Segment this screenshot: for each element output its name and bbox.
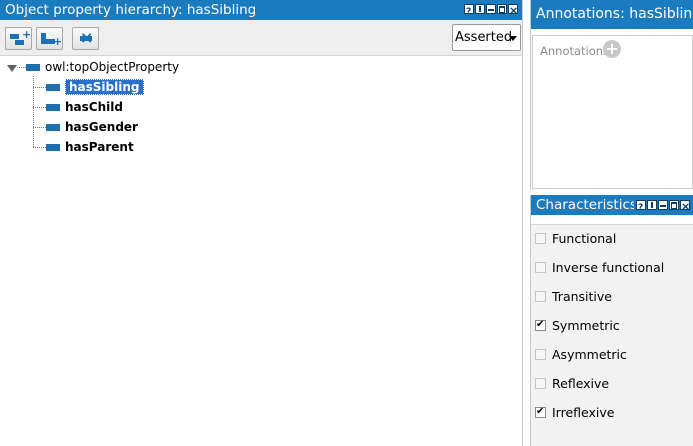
- characteristics-panel: Characteristics: Functional Inverse func…: [530, 195, 693, 446]
- checkbox[interactable]: [535, 291, 546, 302]
- characteristic-label: Inverse functional: [552, 260, 665, 275]
- annotations-title: Annotations: hasSibling: [536, 6, 693, 22]
- collapse-triangle-icon[interactable]: [7, 65, 17, 72]
- hierarchy-titlebar: Object property hierarchy: hasSibling: [0, 0, 522, 20]
- plus-icon: +: [605, 39, 619, 58]
- checkbox[interactable]: [535, 262, 546, 273]
- delete-property-button[interactable]: ×: [72, 27, 99, 50]
- hierarchy-title: Object property hierarchy: hasSibling: [5, 2, 257, 18]
- plus-icon: +: [53, 35, 63, 48]
- tree-item-hassibling[interactable]: hasSibling: [46, 78, 144, 96]
- maximize-icon[interactable]: [669, 200, 679, 210]
- sub-property-icon: [10, 34, 19, 39]
- characteristic-inverse-functional[interactable]: Inverse functional: [535, 260, 664, 276]
- minimize-icon[interactable]: [486, 4, 496, 14]
- hierarchy-window-controls: [464, 1, 518, 20]
- help-icon[interactable]: [464, 2, 474, 20]
- characteristic-asymmetric[interactable]: Asymmetric: [535, 347, 627, 363]
- checkbox-checked[interactable]: [535, 404, 546, 420]
- object-property-hierarchy-panel: Object property hierarchy: hasSibling + …: [0, 0, 523, 446]
- object-property-icon: [46, 84, 60, 91]
- characteristic-label: Symmetric: [552, 318, 620, 333]
- close-icon[interactable]: [680, 197, 690, 215]
- characteristic-label: Functional: [552, 231, 617, 246]
- object-property-icon: [46, 144, 60, 151]
- view-mode-select[interactable]: Asserted: [452, 24, 521, 51]
- tree-item-root[interactable]: owl:topObjectProperty: [26, 58, 179, 76]
- add-annotation-button[interactable]: +: [603, 40, 621, 58]
- characteristic-symmetric[interactable]: Symmetric: [535, 317, 620, 334]
- tree-item-label: hasChild: [65, 100, 123, 114]
- checkbox[interactable]: [535, 233, 546, 244]
- maximize-icon[interactable]: [497, 4, 507, 14]
- tree-item-label: hasGender: [65, 120, 138, 134]
- checkbox[interactable]: [535, 349, 546, 360]
- tree-item-hasgender[interactable]: hasGender: [46, 118, 138, 136]
- characteristic-label: Reflexive: [552, 376, 610, 391]
- checkbox[interactable]: [535, 378, 546, 389]
- tree-item-hasparent[interactable]: hasParent: [46, 138, 134, 156]
- checkbox-checked[interactable]: [535, 317, 546, 333]
- characteristic-label: Asymmetric: [552, 347, 627, 362]
- help-icon[interactable]: [636, 198, 646, 215]
- characteristics-titlebar: Characteristics:: [531, 195, 693, 215]
- split-icon[interactable]: [647, 200, 657, 210]
- characteristic-functional[interactable]: Functional: [535, 231, 616, 247]
- object-property-icon: [26, 64, 40, 71]
- add-sub-property-button[interactable]: +: [5, 27, 32, 50]
- characteristics-window-controls: [634, 197, 690, 215]
- close-icon[interactable]: [508, 1, 518, 20]
- characteristic-label: Transitive: [552, 289, 612, 304]
- characteristic-transitive[interactable]: Transitive: [535, 289, 612, 305]
- object-property-icon: [46, 124, 60, 131]
- tree-item-label: hasSibling: [65, 79, 144, 95]
- cross-icon: ×: [80, 28, 94, 47]
- annotations-panel: Annotations: hasSibling Annotations +: [530, 0, 693, 190]
- view-mode-value: Asserted: [455, 30, 513, 45]
- characteristic-label: Irreflexive: [552, 405, 615, 420]
- property-tree: owl:topObjectProperty hasSibling hasChil…: [0, 57, 522, 446]
- split-icon[interactable]: [475, 4, 485, 14]
- tree-item-haschild[interactable]: hasChild: [46, 98, 123, 116]
- hierarchy-toolbar: + + × Asserted: [0, 20, 522, 56]
- object-property-icon: [46, 104, 60, 111]
- minimize-icon[interactable]: [658, 200, 668, 210]
- add-sibling-property-button[interactable]: +: [36, 27, 63, 50]
- characteristic-reflexive[interactable]: Reflexive: [535, 376, 609, 392]
- characteristic-irreflexive[interactable]: Irreflexive: [535, 404, 615, 421]
- annotations-titlebar: Annotations: hasSibling: [531, 0, 693, 29]
- tree-item-label: hasParent: [65, 140, 134, 154]
- chevron-down-icon: [509, 36, 517, 41]
- plus-icon: +: [22, 28, 32, 41]
- characteristics-title: Characteristics:: [536, 197, 642, 213]
- annotations-list: Annotations +: [532, 35, 693, 189]
- annotations-section-label: Annotations: [540, 44, 610, 58]
- tree-item-label: owl:topObjectProperty: [45, 60, 180, 74]
